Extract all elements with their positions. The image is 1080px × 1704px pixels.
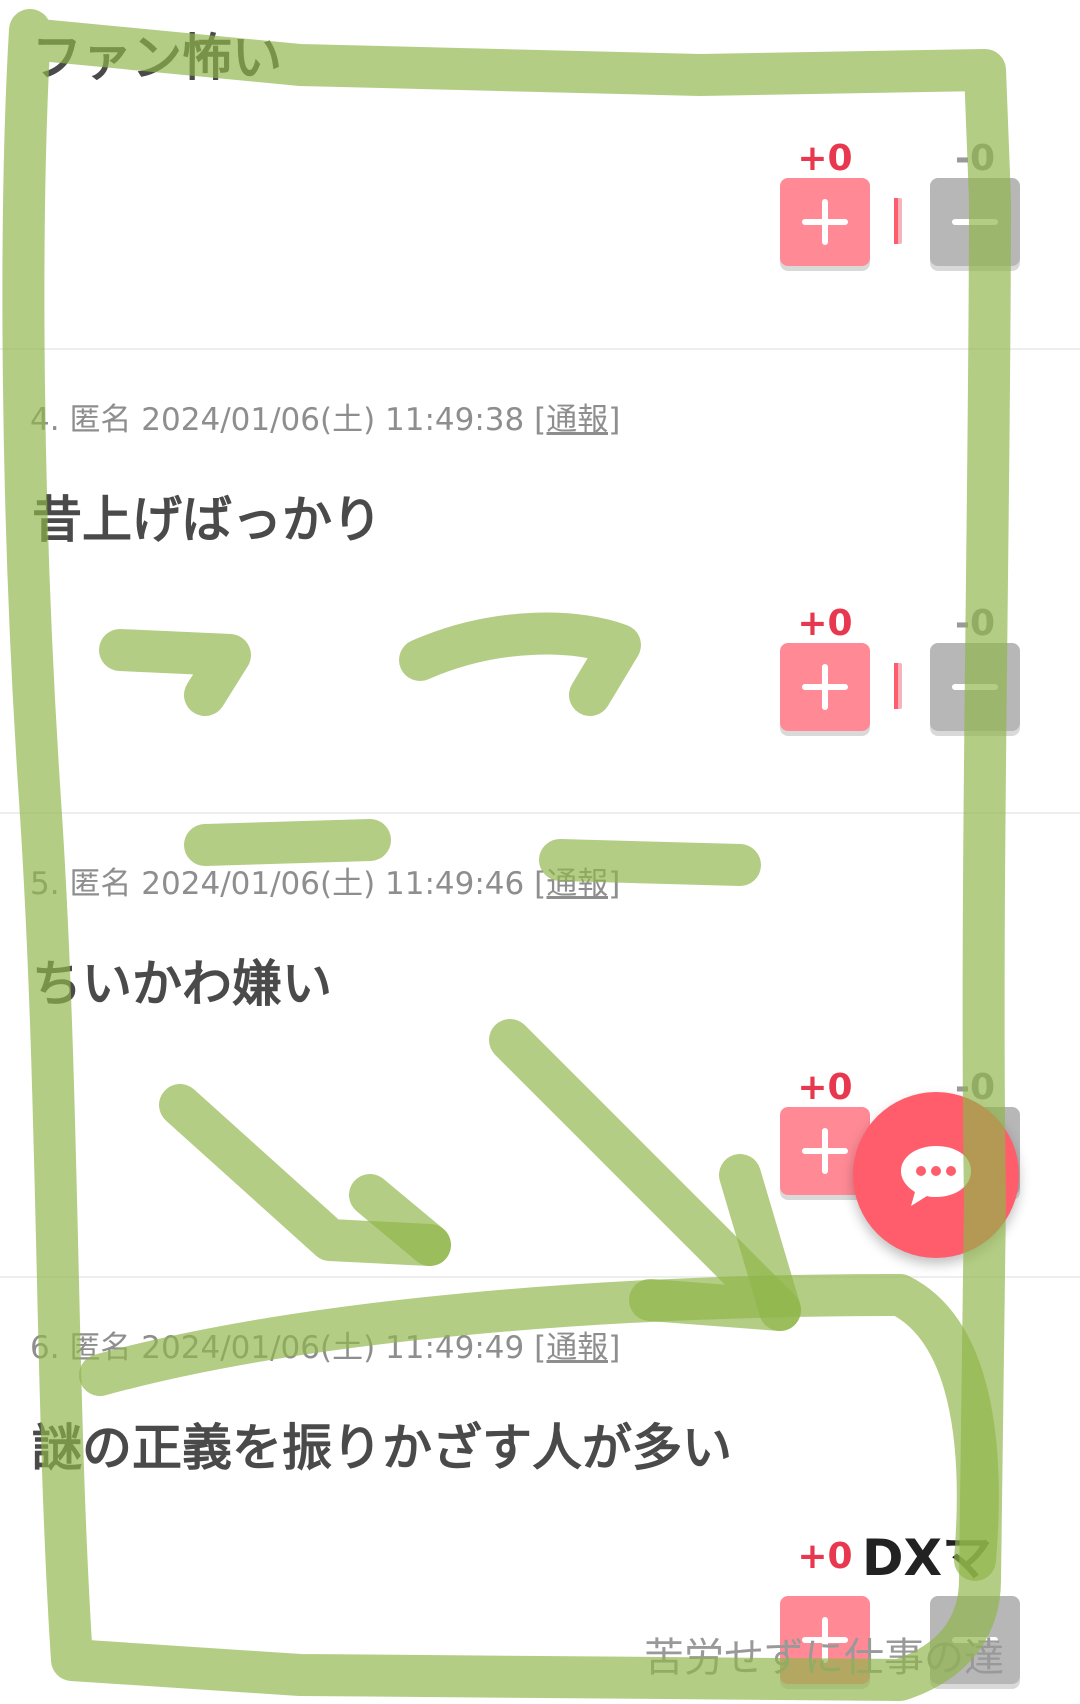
minus-icon: [952, 219, 998, 225]
comment-meta: 6. 匿名 2024/01/06(土) 11:49:49 [通報]: [30, 1322, 620, 1367]
comment-body: ファン怖い: [32, 29, 282, 87]
chat-bubble-icon: [901, 1146, 971, 1206]
plus-vote-button[interactable]: [780, 643, 870, 731]
plus-vote-button[interactable]: [780, 178, 870, 266]
comment-body: 昔上げばっかり: [32, 491, 382, 549]
comment-number: 6.: [30, 1330, 60, 1366]
ad-subtitle[interactable]: 苦労せずに仕事の達: [644, 1625, 1024, 1683]
comment-fab-button[interactable]: [853, 1092, 1019, 1258]
report-link[interactable]: [通報]: [534, 866, 620, 902]
report-link[interactable]: [通報]: [534, 1330, 620, 1366]
vote-controls: +0 -0: [780, 138, 1020, 288]
comment-datetime: 2024/01/06(土) 11:49:49: [141, 1330, 525, 1366]
minus-count: -0: [955, 138, 995, 179]
comment-number: 5.: [30, 866, 60, 902]
ad-title[interactable]: DXマ: [862, 1518, 1022, 1590]
vote-ratio-bar: [894, 198, 902, 244]
plus-count: +0: [797, 1067, 853, 1108]
comment-meta: 4. 匿名 2024/01/06(土) 11:49:38 [通報]: [30, 394, 620, 439]
comment-body: ちいかわ嫌い: [32, 955, 332, 1013]
comment-datetime: 2024/01/06(土) 11:49:46: [141, 866, 525, 902]
plus-icon: [802, 199, 848, 245]
comment-body: 謎の正義を振りかざす人が多い: [32, 1419, 732, 1477]
vote-ratio-bar: [894, 663, 902, 709]
minus-count: -0: [955, 603, 995, 644]
plus-icon: [802, 664, 848, 710]
comment-author: 匿名: [69, 402, 132, 438]
minus-vote-button[interactable]: [930, 178, 1020, 266]
comment-meta: 5. 匿名 2024/01/06(土) 11:49:46 [通報]: [30, 858, 620, 903]
report-link[interactable]: [通報]: [534, 402, 620, 438]
comment-number: 4.: [30, 402, 60, 438]
minus-icon: [952, 684, 998, 690]
comment-item-4: 4. 匿名 2024/01/06(土) 11:49:38 [通報] 昔上げばっか…: [0, 350, 1080, 812]
minus-vote-button[interactable]: [930, 643, 1020, 731]
vote-controls: +0 -0: [780, 603, 1020, 753]
comment-author: 匿名: [69, 1330, 132, 1366]
comment-author: 匿名: [69, 866, 132, 902]
plus-icon: [802, 1128, 848, 1174]
comment-datetime: 2024/01/06(土) 11:49:38: [141, 402, 525, 438]
plus-count: +0: [797, 1536, 853, 1577]
plus-count: +0: [797, 603, 853, 644]
comment-item-3: ファン怖い +0 -0: [0, 0, 1080, 348]
plus-count: +0: [797, 138, 853, 179]
